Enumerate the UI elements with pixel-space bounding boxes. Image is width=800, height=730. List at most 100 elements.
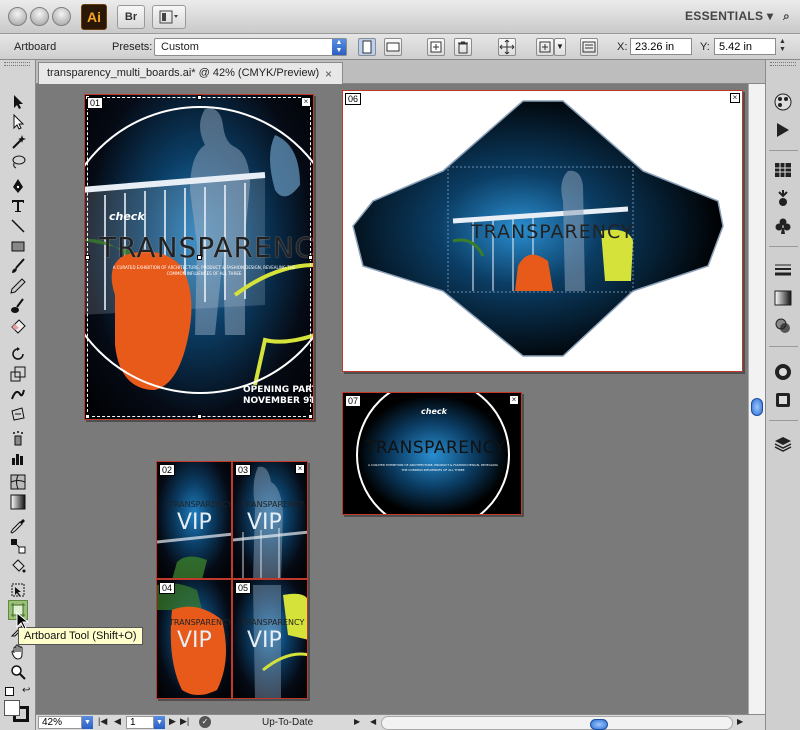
first-artboard-button[interactable]: |◀ [98,716,107,727]
live-paint-bucket-tool[interactable] [8,556,28,576]
canvas-area[interactable]: 01 × check TRANSPARENCY A CURATED EXHIBI… [36,84,748,714]
line-segment-tool[interactable] [8,216,28,236]
warp-tool[interactable] [8,384,28,404]
brushes-panel-button[interactable] [773,188,793,208]
scroll-right-icon[interactable]: ▶ [737,717,743,726]
vertical-scroll-thumb[interactable] [751,398,763,416]
next-artboard-button[interactable]: ▶ [169,716,176,727]
resize-handle[interactable] [308,255,313,260]
eraser-tool[interactable] [8,316,28,336]
zoom-level-input[interactable] [38,716,82,729]
selection-tool[interactable] [8,92,28,112]
horizontal-scrollbar[interactable] [381,716,733,730]
swatches-panel-button[interactable] [773,160,793,180]
gradient-panel-button[interactable] [773,288,793,308]
artboard-07[interactable]: 07 × check TRANSPARENCY A CURATED EXHIBI… [342,392,522,515]
color-panel-button[interactable] [773,92,793,112]
artboard-05[interactable]: 05 TRANSPARENCY VIP [232,579,308,699]
scale-tool[interactable] [8,364,28,384]
default-fill-stroke-icon[interactable] [5,687,14,696]
appearance-panel-button[interactable] [773,362,793,382]
type-tool[interactable] [8,196,28,216]
mesh-tool[interactable] [8,472,28,492]
previous-artboard-button[interactable]: ◀ [114,716,121,727]
panel-grip[interactable] [4,62,30,66]
artboard-01[interactable]: 01 × check TRANSPARENCY A CURATED EXHIBI… [84,94,314,420]
paintbrush-tool[interactable] [8,256,28,276]
delete-artboard-button[interactable] [454,38,472,56]
bridge-button[interactable]: Br [117,5,145,29]
transparency-panel-button[interactable] [773,316,793,336]
zoom-tool[interactable] [8,662,28,682]
pen-tool[interactable] [8,176,28,196]
window-close-button[interactable] [8,7,27,26]
layers-panel-button[interactable] [773,434,793,454]
document-tab-bar: transparency_multi_boards.ai* @ 42% (CMY… [36,60,765,84]
rectangle-tool[interactable] [8,236,28,256]
close-icon[interactable]: × [730,93,740,103]
artboard-02[interactable]: 02 TRANSPARENCY VIP [156,461,232,579]
vertical-scrollbar[interactable] [748,84,766,730]
artboard-03[interactable]: 03 × TRANSPARENCY VIP [232,461,308,579]
lasso-tool[interactable] [8,152,28,172]
rotate-tool[interactable] [8,344,28,364]
live-paint-selection-tool[interactable] [8,580,28,600]
workspace-switcher[interactable]: ESSENTIALS ▾ ⌕ [685,9,790,24]
status-menu-arrow[interactable]: ▶ [354,717,360,726]
gradient-tool[interactable] [8,492,28,512]
resize-handle[interactable] [85,414,90,419]
pen-nib-icon [13,179,23,193]
free-transform-tool[interactable] [8,404,28,424]
artboard-navigation-dropdown[interactable]: ▼ [154,716,165,729]
artboard-navigation-input[interactable] [126,716,154,729]
eyedropper-tool[interactable] [8,516,28,536]
resize-handle[interactable] [85,255,90,260]
new-artboard-button[interactable] [427,38,445,56]
resize-handle[interactable] [308,414,313,419]
artboard-06[interactable]: 06 × TRANSPARENCY [342,90,743,372]
blend-tool[interactable] [8,536,28,556]
x-coordinate-input[interactable] [630,38,692,55]
fill-swatch[interactable] [4,700,20,716]
resize-handle[interactable] [197,414,202,419]
stroke-panel-button[interactable] [773,260,793,280]
landscape-button[interactable] [384,38,402,56]
resize-handle[interactable] [197,95,202,100]
artboard-04[interactable]: 04 TRANSPARENCY VIP [156,579,232,699]
hand-tool[interactable] [8,642,28,662]
document-tab[interactable]: transparency_multi_boards.ai* @ 42% (CMY… [38,62,343,84]
blend-icon [11,539,26,554]
window-zoom-button[interactable] [52,7,71,26]
title-bar: Ai Br ESSENTIALS ▾ ⌕ [0,0,800,34]
move-with-artboard-button[interactable] [498,38,516,56]
presets-dropdown[interactable]: Custom ▲ ▼ [154,38,347,56]
column-graph-tool[interactable] [8,448,28,468]
symbols-panel-button[interactable] [773,216,793,236]
magic-wand-tool[interactable] [8,132,28,152]
status-text[interactable]: Up-To-Date [262,717,313,728]
y-coordinate-input[interactable] [714,38,776,55]
close-icon[interactable]: × [509,395,519,405]
pencil-tool[interactable] [8,276,28,296]
graphic-styles-panel-button[interactable] [773,390,793,410]
reference-point-dropdown[interactable]: ▼ [554,38,566,56]
scroll-left-icon[interactable]: ◀ [370,717,376,726]
close-icon[interactable]: × [301,97,311,107]
panel-grip[interactable] [770,62,796,66]
blob-brush-tool[interactable] [8,296,28,316]
horizontal-scroll-thumb[interactable] [590,719,608,730]
last-artboard-button[interactable]: ▶| [180,716,189,727]
reference-point-button[interactable] [536,38,554,56]
portrait-button[interactable] [358,38,376,56]
close-icon[interactable]: × [295,464,305,474]
swap-fill-stroke-icon[interactable]: ↩ [22,685,30,696]
color-guide-panel-button[interactable] [773,120,793,140]
close-icon[interactable]: × [325,67,332,81]
zoom-dropdown[interactable]: ▼ [82,716,93,729]
symbol-sprayer-tool[interactable] [8,428,28,448]
window-minimize-button[interactable] [30,7,49,26]
direct-selection-tool[interactable] [8,112,28,132]
stepper-arrows-icon[interactable]: ▲ ▼ [779,38,786,54]
arrange-documents-button[interactable] [152,5,186,29]
artboard-options-button[interactable] [580,38,598,56]
